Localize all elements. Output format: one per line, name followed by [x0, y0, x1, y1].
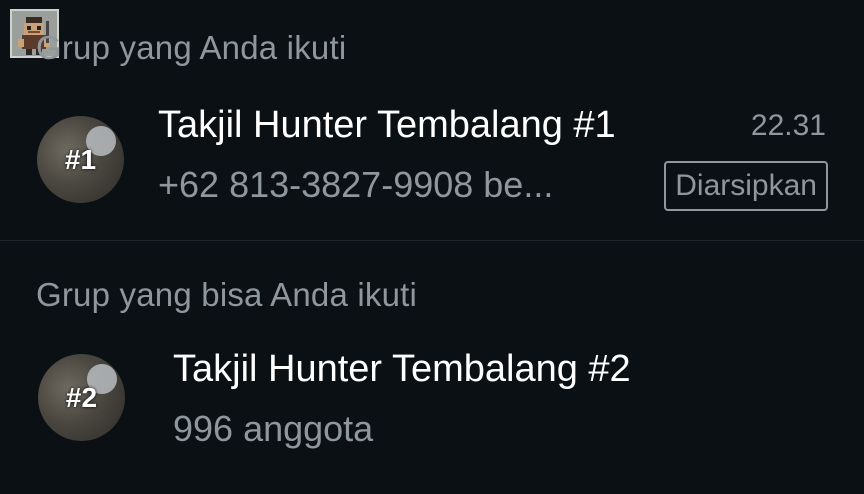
section-divider	[0, 240, 864, 241]
section-heading-joinable: Grup yang bisa Anda ikuti	[36, 276, 418, 313]
group-name: Takjil Hunter Tembalang #2	[173, 348, 631, 390]
section-heading-joined: Grup yang Anda ikuti	[36, 29, 347, 66]
group-avatar: #2	[38, 354, 125, 441]
group-avatar-label: #2	[65, 382, 98, 413]
group-row-joinable[interactable]: #2 Takjil Hunter Tembalang #2 996 anggot…	[0, 338, 864, 460]
last-message-time: 22.31	[750, 109, 826, 142]
group-list-screen: Grup yang Anda ikuti #1 Takjil Hunter Te…	[0, 0, 864, 494]
group-avatar-label: #1	[64, 144, 97, 175]
member-count: 996 anggota	[173, 408, 374, 449]
last-message-preview: +62 813-3827-9908 be...	[158, 164, 554, 205]
archived-badge: Diarsipkan	[664, 161, 828, 211]
group-row-joined[interactable]: #1 Takjil Hunter Tembalang #1 22.31 +62 …	[0, 100, 864, 222]
group-name: Takjil Hunter Tembalang #1	[158, 104, 616, 146]
group-avatar: #1	[37, 116, 124, 203]
